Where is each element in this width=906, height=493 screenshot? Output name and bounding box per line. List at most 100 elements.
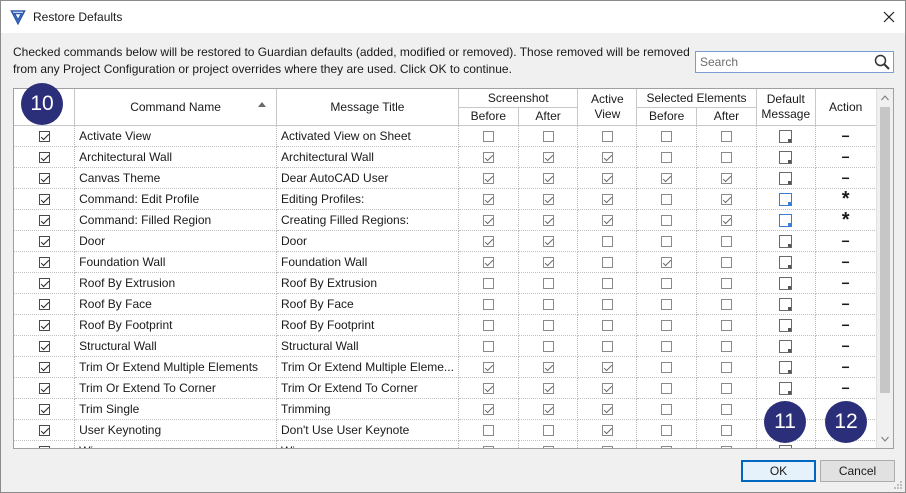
selected-after-checkbox[interactable]	[720, 235, 732, 247]
selected-before-checkbox[interactable]	[661, 256, 673, 268]
message-icon[interactable]	[779, 339, 793, 353]
table-row[interactable]: Trim Single Trimming	[14, 398, 893, 420]
restore-checkbox[interactable]	[38, 277, 50, 289]
message-icon[interactable]	[779, 318, 793, 332]
screenshot-after-checkbox[interactable]	[542, 214, 554, 226]
active-view-checkbox[interactable]	[601, 382, 613, 394]
active-view-checkbox[interactable]	[601, 151, 613, 163]
ok-button[interactable]: OK	[741, 460, 816, 482]
message-icon[interactable]	[779, 192, 793, 206]
restore-checkbox[interactable]	[38, 151, 50, 163]
table-row[interactable]: Roof By Face Roof By Face −	[14, 293, 893, 315]
restore-checkbox[interactable]	[38, 382, 50, 394]
screenshot-before-header[interactable]: Before	[458, 107, 519, 126]
selected-before-checkbox[interactable]	[661, 382, 673, 394]
screenshot-before-checkbox[interactable]	[482, 130, 494, 142]
table-row[interactable]: Command: Edit Profile Editing Profiles: *	[14, 188, 893, 210]
restore-checkbox[interactable]	[38, 130, 50, 142]
active-view-checkbox[interactable]	[601, 193, 613, 205]
table-row[interactable]: Command: Filled Region Creating Filled Re…	[14, 209, 893, 231]
restore-checkbox[interactable]	[38, 361, 50, 373]
selected-before-checkbox[interactable]	[661, 151, 673, 163]
selected-after-checkbox[interactable]	[720, 319, 732, 331]
screenshot-after-checkbox[interactable]	[542, 130, 554, 142]
screenshot-after-checkbox[interactable]	[542, 382, 554, 394]
search-icon[interactable]	[873, 53, 891, 71]
default-message-header[interactable]: Default Message	[756, 89, 816, 126]
selected-after-checkbox[interactable]	[720, 424, 732, 436]
message-icon[interactable]	[779, 276, 793, 290]
active-view-checkbox[interactable]	[601, 298, 613, 310]
restore-checkbox[interactable]	[38, 214, 50, 226]
selected-before-checkbox[interactable]	[661, 403, 673, 415]
selected-after-checkbox[interactable]	[720, 151, 732, 163]
command-name-header[interactable]: Command Name	[74, 89, 277, 126]
screenshot-after-checkbox[interactable]	[542, 319, 554, 331]
selected-before-checkbox[interactable]	[661, 277, 673, 289]
screenshot-after-checkbox[interactable]	[542, 298, 554, 310]
message-icon[interactable]	[779, 234, 793, 248]
search-box[interactable]	[695, 51, 894, 73]
table-row[interactable]: Architectural Wall Architectural Wall −	[14, 146, 893, 168]
restore-checkbox[interactable]	[38, 256, 50, 268]
screenshot-after-checkbox[interactable]	[542, 151, 554, 163]
screenshot-after-checkbox[interactable]	[542, 277, 554, 289]
selected-before-checkbox[interactable]	[661, 235, 673, 247]
selected-before-checkbox[interactable]	[661, 424, 673, 436]
restore-checkbox[interactable]	[38, 298, 50, 310]
message-icon[interactable]	[779, 255, 793, 269]
close-button[interactable]	[873, 1, 905, 33]
restore-checkbox[interactable]	[38, 319, 50, 331]
table-row[interactable]: Trim Or Extend Multiple Elements Trim Or …	[14, 356, 893, 378]
message-icon[interactable]	[779, 129, 793, 143]
message-title-header[interactable]: Message Title	[276, 89, 459, 126]
table-row[interactable]: Trim Or Extend To Corner Trim Or Extend T…	[14, 377, 893, 399]
message-icon[interactable]	[779, 171, 793, 185]
active-view-checkbox[interactable]	[601, 130, 613, 142]
selected-before-checkbox[interactable]	[661, 340, 673, 352]
message-icon[interactable]	[779, 444, 793, 448]
screenshot-before-checkbox[interactable]	[482, 298, 494, 310]
selected-after-checkbox[interactable]	[720, 403, 732, 415]
message-icon[interactable]	[779, 381, 793, 395]
active-view-header[interactable]: Active View	[577, 89, 638, 126]
screenshot-before-checkbox[interactable]	[482, 424, 494, 436]
selected-after-checkbox[interactable]	[720, 256, 732, 268]
action-header[interactable]: Action	[815, 89, 877, 126]
selected-before-checkbox[interactable]	[661, 445, 673, 448]
active-view-checkbox[interactable]	[601, 445, 613, 448]
screenshot-after-checkbox[interactable]	[542, 256, 554, 268]
message-icon[interactable]	[779, 297, 793, 311]
screenshot-before-checkbox[interactable]	[482, 235, 494, 247]
selected-after-checkbox[interactable]	[720, 298, 732, 310]
message-icon[interactable]	[779, 213, 793, 227]
active-view-checkbox[interactable]	[601, 340, 613, 352]
screenshot-after-checkbox[interactable]	[542, 403, 554, 415]
selected-before-checkbox[interactable]	[661, 319, 673, 331]
screenshot-before-checkbox[interactable]	[482, 445, 494, 448]
restore-checkbox[interactable]	[38, 403, 50, 415]
screenshot-before-checkbox[interactable]	[482, 319, 494, 331]
table-row[interactable]: Activate View Activated View on Sheet −	[14, 125, 893, 147]
active-view-checkbox[interactable]	[601, 277, 613, 289]
resize-grip-icon[interactable]	[893, 480, 903, 490]
scroll-up-icon[interactable]	[881, 95, 889, 101]
screenshot-after-checkbox[interactable]	[542, 340, 554, 352]
selected-before-header[interactable]: Before	[636, 107, 698, 126]
screenshot-before-checkbox[interactable]	[482, 172, 494, 184]
screenshot-after-checkbox[interactable]	[542, 193, 554, 205]
table-row[interactable]: User Keynoting Don't Use User Keynote	[14, 419, 893, 441]
screenshot-before-checkbox[interactable]	[482, 256, 494, 268]
restore-checkbox[interactable]	[38, 193, 50, 205]
restore-checkbox[interactable]	[38, 172, 50, 184]
selected-before-checkbox[interactable]	[661, 298, 673, 310]
scroll-down-icon[interactable]	[881, 436, 889, 442]
screenshot-after-checkbox[interactable]	[542, 361, 554, 373]
selected-after-checkbox[interactable]	[720, 445, 732, 448]
selected-after-checkbox[interactable]	[720, 172, 732, 184]
screenshot-after-checkbox[interactable]	[542, 172, 554, 184]
screenshot-before-checkbox[interactable]	[482, 361, 494, 373]
active-view-checkbox[interactable]	[601, 214, 613, 226]
selected-after-checkbox[interactable]	[720, 214, 732, 226]
active-view-checkbox[interactable]	[601, 361, 613, 373]
